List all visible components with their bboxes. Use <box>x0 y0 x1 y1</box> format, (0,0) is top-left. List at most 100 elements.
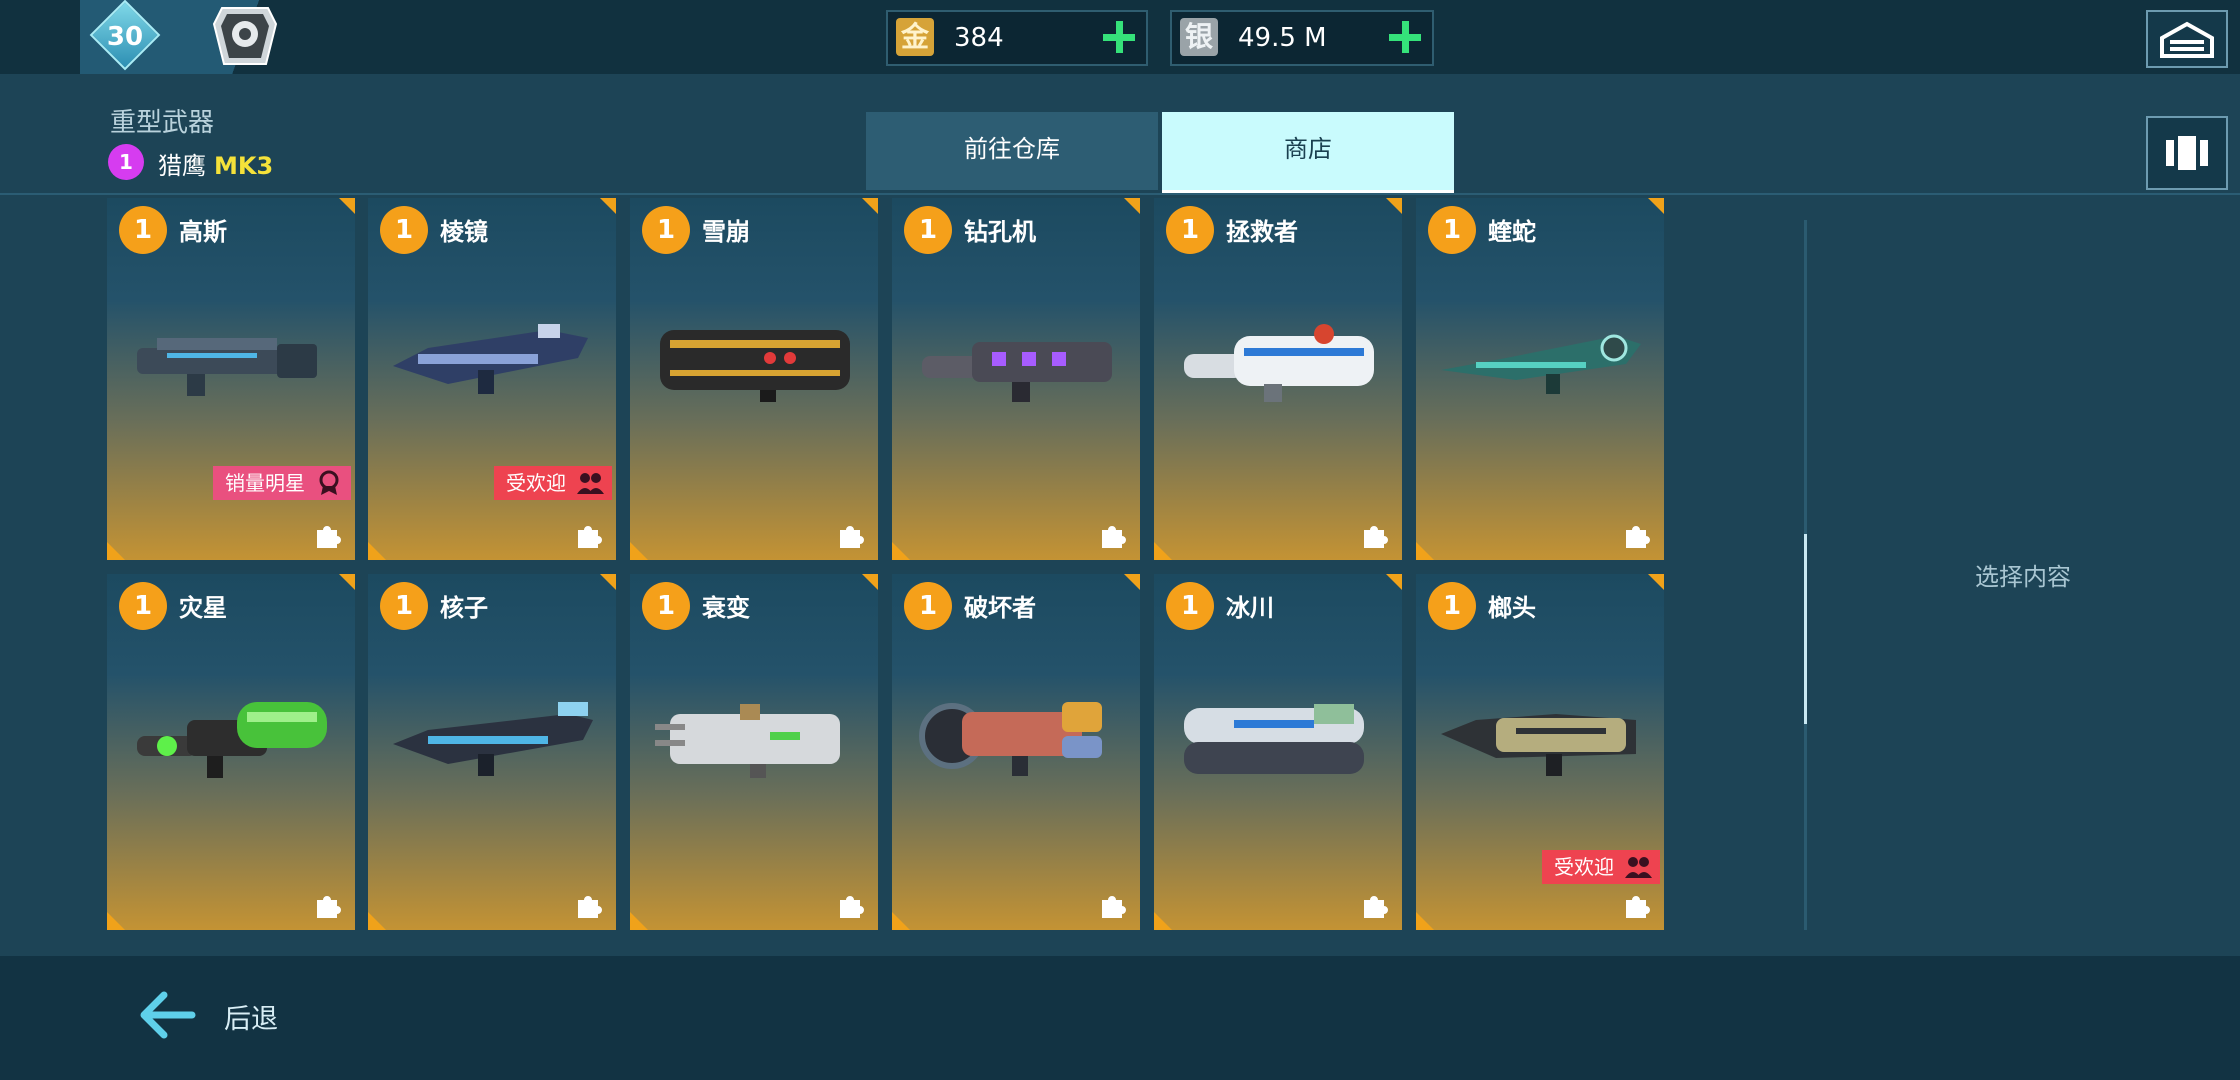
weapon-card[interactable]: 1 冰川 <box>1154 574 1402 930</box>
weapon-card[interactable]: 1 钻孔机 <box>892 198 1140 560</box>
weapon-name: 破坏者 <box>964 594 1036 622</box>
weapon-card[interactable]: 1 灾星 <box>107 574 355 930</box>
weapon-card[interactable]: 1 榔头 受欢迎 <box>1416 574 1664 930</box>
slots-icon <box>2166 136 2208 170</box>
silver-currency: 银 49.5 M <box>1170 10 1434 66</box>
card-corner-marker <box>862 198 878 214</box>
slot-weapon-label: 猎鹰 <box>158 152 206 180</box>
weapon-image <box>1184 704 1364 774</box>
weapon-image <box>1441 714 1636 776</box>
card-corner-marker <box>1154 912 1172 930</box>
card-corner-marker <box>1416 542 1434 560</box>
weapon-card[interactable]: 1 拯救者 <box>1154 198 1402 560</box>
add-gold-button[interactable] <box>1096 15 1140 59</box>
weapon-level-badge: 1 <box>1166 582 1214 630</box>
people-icon <box>577 473 604 494</box>
weapon-tag: 受欢迎 <box>1542 850 1660 884</box>
weapon-name: 蝰蛇 <box>1488 218 1536 246</box>
card-corner-marker <box>1154 542 1172 560</box>
card-corner-marker <box>892 912 910 930</box>
card-corner-marker <box>1648 574 1664 590</box>
weapon-image <box>137 338 317 396</box>
card-corner-marker <box>107 912 125 930</box>
card-corner-marker <box>368 912 386 930</box>
card-corner-marker <box>862 574 878 590</box>
weapon-name: 雪崩 <box>702 218 750 246</box>
add-silver-button[interactable] <box>1382 15 1426 59</box>
back-arrow-icon <box>140 991 196 1039</box>
puzzle-piece-icon <box>1626 896 1650 918</box>
header-divider <box>0 193 2240 195</box>
weapon-name: 衰变 <box>702 594 750 622</box>
weapon-tag: 销量明星 <box>213 466 351 500</box>
weapon-card[interactable]: 1 核子 <box>368 574 616 930</box>
card-corner-marker <box>368 542 386 560</box>
weapon-name: 灾星 <box>179 594 227 622</box>
weapon-name: 拯救者 <box>1226 218 1298 246</box>
card-corner-marker <box>1124 198 1140 214</box>
weapon-card[interactable]: 1 破坏者 <box>892 574 1140 930</box>
weapon-level-badge: 1 <box>642 582 690 630</box>
card-corner-marker <box>630 912 648 930</box>
puzzle-piece-icon <box>1626 526 1650 548</box>
card-corner-marker <box>600 574 616 590</box>
medal-icon <box>319 470 339 495</box>
weapon-image <box>655 704 840 778</box>
gold-value: 384 <box>954 23 1004 53</box>
weapon-card[interactable]: 1 衰变 <box>630 574 878 930</box>
weapon-level-badge: 1 <box>380 582 428 630</box>
weapon-level-badge: 1 <box>380 206 428 254</box>
weapon-level-badge: 1 <box>904 582 952 630</box>
card-corner-marker <box>1386 574 1402 590</box>
puzzle-piece-icon <box>1102 526 1126 548</box>
gold-currency: 金 384 <box>886 10 1148 66</box>
puzzle-piece-icon <box>1364 896 1388 918</box>
weapon-name: 棱镜 <box>440 218 488 246</box>
weapon-image <box>1184 324 1374 402</box>
puzzle-piece-icon <box>1102 896 1126 918</box>
garage-button[interactable] <box>2146 10 2228 68</box>
card-corner-marker <box>107 542 125 560</box>
weapon-card[interactable]: 1 蝰蛇 <box>1416 198 1664 560</box>
card-corner-marker <box>1416 912 1434 930</box>
weapon-image <box>919 702 1102 776</box>
weapon-tag-label: 受欢迎 <box>506 471 566 495</box>
card-corner-marker <box>339 574 355 590</box>
puzzle-piece-icon <box>1364 526 1388 548</box>
weapon-card[interactable]: 1 棱镜受欢迎 <box>368 198 616 560</box>
weapon-name: 核子 <box>440 594 488 622</box>
scrollbar-thumb[interactable] <box>1804 534 1807 724</box>
rank-emblem-icon[interactable] <box>212 4 278 68</box>
weapon-image <box>660 330 850 402</box>
card-corner-marker <box>1124 574 1140 590</box>
back-button[interactable]: 后退 <box>138 985 358 1045</box>
weapon-level-badge: 1 <box>642 206 690 254</box>
card-corner-marker <box>630 542 648 560</box>
weapon-image <box>1441 334 1641 394</box>
weapon-level-badge: 1 <box>904 206 952 254</box>
weapon-level-badge: 1 <box>119 582 167 630</box>
garage-icon <box>2160 21 2214 58</box>
weapon-slots-button[interactable] <box>2146 116 2228 190</box>
slot-level-badge: 1 <box>108 144 144 180</box>
weapon-image <box>922 342 1112 402</box>
weapon-tag-label: 受欢迎 <box>1554 855 1614 879</box>
card-corner-marker <box>339 198 355 214</box>
puzzle-piece-icon <box>840 896 864 918</box>
player-level: 30 <box>106 22 144 52</box>
category-title: 重型武器 <box>110 108 215 138</box>
tab-shop[interactable]: 商店 <box>1162 112 1454 194</box>
weapon-card[interactable]: 1 高斯 销量明星 <box>107 198 355 560</box>
weapon-card[interactable]: 1 雪崩 <box>630 198 878 560</box>
select-content-hint: 选择内容 <box>1975 563 2071 591</box>
puzzle-piece-icon <box>317 896 341 918</box>
slot-weapon-mk: MK3 <box>214 152 274 180</box>
tab-warehouse[interactable]: 前往仓库 <box>866 112 1158 190</box>
puzzle-piece-icon <box>840 526 864 548</box>
back-label: 后退 <box>224 1004 278 1035</box>
top-bar: 30 金 384 银 49.5 M <box>0 0 2240 74</box>
weapon-tag-label: 销量明星 <box>225 471 305 495</box>
card-corner-marker <box>1386 198 1402 214</box>
weapon-name: 高斯 <box>179 218 227 246</box>
card-corner-marker <box>1648 198 1664 214</box>
